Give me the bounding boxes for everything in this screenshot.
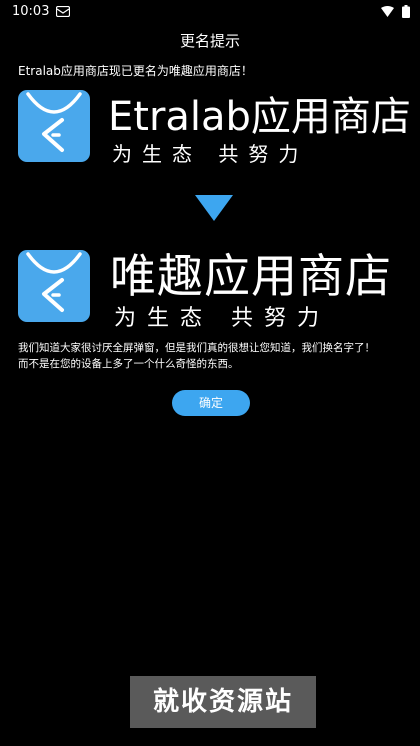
watermark: 就收资源站 — [130, 676, 316, 728]
dialog-message-line: 而不是在您的设备上多了一个什么奇怪的东西。 — [18, 358, 239, 370]
store-bag-icon — [26, 252, 82, 312]
wifi-icon — [381, 6, 394, 17]
rename-notice: Etralab应用商店现已更名为唯趣应用商店！ — [18, 64, 253, 78]
weiqu-logo — [18, 250, 90, 322]
new-brand-slogan: 为生态 共努力 — [114, 306, 330, 331]
old-brand-slogan: 为生态 共努力 — [112, 142, 309, 166]
dialog-title: 更名提示 — [179, 32, 240, 50]
etralab-logo — [18, 90, 90, 162]
store-bag-icon — [26, 92, 82, 152]
status-time: 10:03 — [12, 4, 50, 19]
confirm-button[interactable]: 确定 — [172, 390, 250, 416]
new-brand-name: 唯趣应用商店 — [110, 249, 392, 303]
dialog-message-line: 我们知道大家很讨厌全屏弹窗，但是我们真的很想让您知道，我们换名字了！ — [18, 342, 375, 354]
battery-icon — [402, 5, 410, 18]
arrow-down-icon — [195, 195, 233, 221]
old-brand-name: Etralab应用商店 — [108, 94, 411, 140]
dialog-message: 我们知道大家很讨厌全屏弹窗，但是我们真的很想让您知道，我们换名字了！ 而不是在您… — [18, 340, 406, 372]
status-bar: 10:03 — [0, 0, 420, 24]
notification-icon — [56, 6, 70, 17]
